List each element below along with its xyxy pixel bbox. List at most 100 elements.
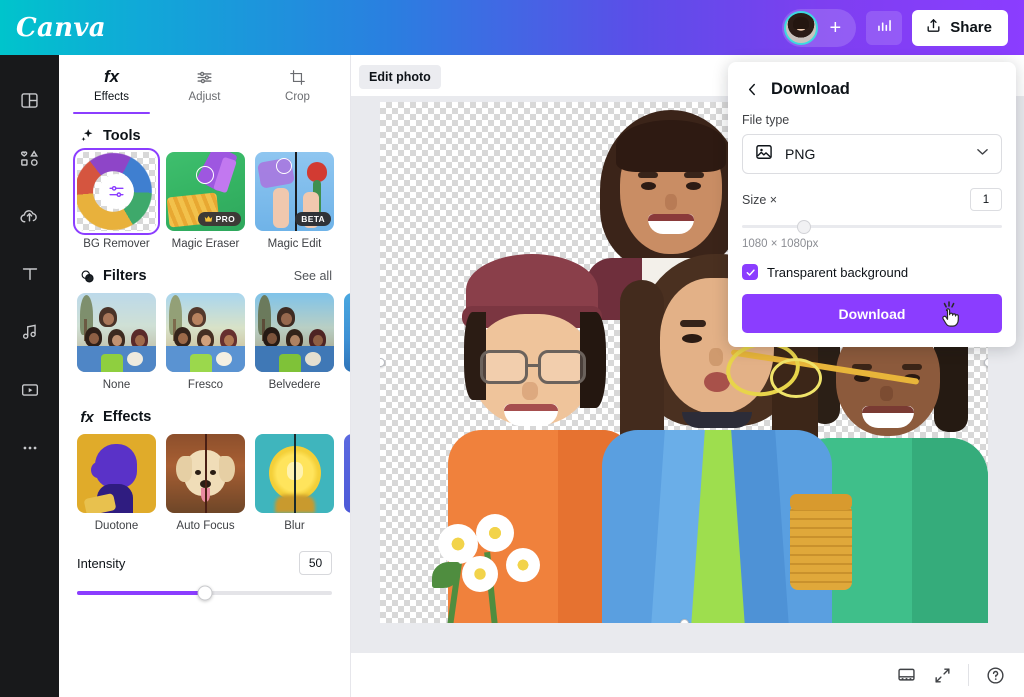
intensity-block: Intensity 50 xyxy=(59,533,350,595)
chevron-left-icon[interactable] xyxy=(744,81,761,98)
filter-none[interactable]: None xyxy=(77,293,156,393)
transparent-background-label: Transparent background xyxy=(767,265,908,280)
size-row: Size × 1 xyxy=(742,188,1002,211)
effect-next-partial[interactable] xyxy=(344,434,351,534)
intensity-slider[interactable] xyxy=(77,591,332,595)
tool-thumb[interactable]: BETA xyxy=(255,152,334,231)
tab-effects[interactable]: fx Effects xyxy=(65,61,158,111)
selection-handle-bottom[interactable] xyxy=(680,619,689,623)
effect-label: Duotone xyxy=(77,520,156,534)
sparkle-icon xyxy=(77,127,97,144)
top-bar: Canva + Share xyxy=(0,0,1024,55)
effect-thumb[interactable] xyxy=(166,434,245,513)
tool-magic-edit[interactable]: BETA Magic Edit xyxy=(255,152,334,252)
rail-item-videos[interactable] xyxy=(7,361,53,419)
share-button[interactable]: Share xyxy=(912,10,1008,46)
filter-thumb[interactable] xyxy=(77,293,156,372)
text-t-icon xyxy=(19,263,41,285)
filters-see-all[interactable]: See all xyxy=(294,269,332,283)
tool-magic-eraser[interactable]: PRO Magic Eraser xyxy=(166,152,245,252)
tab-adjust-label: Adjust xyxy=(189,91,221,103)
filter-belvedere[interactable]: Belvedere xyxy=(255,293,334,393)
download-button[interactable]: Download xyxy=(742,294,1002,333)
edit-photo-chip[interactable]: Edit photo xyxy=(359,65,441,89)
panel-tabs: fx Effects Adjust Crop xyxy=(59,55,350,111)
tools-title: Tools xyxy=(103,128,141,144)
fx-icon: fx xyxy=(104,66,119,88)
file-type-value: PNG xyxy=(785,146,815,162)
beta-badge: BETA xyxy=(295,212,331,226)
stage-footer xyxy=(351,653,1024,697)
rail-item-text[interactable] xyxy=(7,245,53,303)
effect-auto-focus[interactable]: Auto Focus xyxy=(166,434,245,534)
intensity-label: Intensity xyxy=(77,556,125,571)
rail-item-design[interactable] xyxy=(7,71,53,129)
file-type-select[interactable]: PNG xyxy=(742,134,1002,174)
transparent-background-checkbox[interactable] xyxy=(742,264,758,280)
size-slider[interactable] xyxy=(742,225,1002,228)
effect-label: Blur xyxy=(255,520,334,534)
filters-title: Filters xyxy=(103,268,147,284)
intensity-value[interactable]: 50 xyxy=(299,551,332,575)
tool-label: BG Remover xyxy=(77,238,156,252)
rail-item-audio[interactable] xyxy=(7,303,53,361)
tool-label: Magic Eraser xyxy=(166,238,245,252)
tool-bg-remover[interactable]: BG Remover xyxy=(77,152,156,252)
video-play-icon xyxy=(19,379,41,401)
filter-next-partial[interactable] xyxy=(344,293,351,393)
effects-title: Effects xyxy=(103,409,151,425)
top-bar-right: + Share xyxy=(782,9,1024,47)
selection-handle-right[interactable] xyxy=(984,358,988,367)
canva-logo[interactable]: Canva xyxy=(16,13,106,43)
tool-thumb[interactable] xyxy=(77,152,156,231)
intensity-knob[interactable] xyxy=(197,586,212,601)
share-label: Share xyxy=(950,19,992,36)
tool-thumb[interactable]: PRO xyxy=(166,152,245,231)
image-file-icon xyxy=(754,142,774,167)
filter-thumb[interactable] xyxy=(255,293,334,372)
ellipsis-icon xyxy=(19,437,41,459)
rail-item-more[interactable] xyxy=(7,419,53,477)
size-label: Size × xyxy=(742,193,777,207)
notes-icon[interactable] xyxy=(896,665,917,686)
filter-thumb[interactable] xyxy=(166,293,245,372)
music-note-icon xyxy=(19,321,41,343)
tab-crop-label: Crop xyxy=(285,91,310,103)
crop-icon xyxy=(288,66,307,88)
avatar[interactable] xyxy=(784,11,818,45)
effects-row: Duotone Auto Focus xyxy=(59,434,350,534)
file-type-label: File type xyxy=(742,113,1002,127)
effect-thumb[interactable] xyxy=(77,434,156,513)
effect-thumb[interactable] xyxy=(344,434,351,513)
filter-label: Belvedere xyxy=(255,379,334,393)
effects-section-header: fx Effects xyxy=(59,393,350,434)
tab-crop[interactable]: Crop xyxy=(251,61,344,111)
effect-duotone[interactable]: Duotone xyxy=(77,434,156,534)
sliders-icon xyxy=(195,66,214,88)
filter-thumb[interactable] xyxy=(344,293,351,372)
filter-fresco[interactable]: Fresco xyxy=(166,293,245,393)
effect-thumb[interactable] xyxy=(255,434,334,513)
filters-row: None Fresco xyxy=(59,293,350,393)
chevron-down-icon[interactable] xyxy=(974,143,991,165)
insights-button[interactable] xyxy=(866,11,902,45)
collaborators-group[interactable]: + xyxy=(782,9,856,47)
shapes-icon xyxy=(18,147,41,170)
size-slider-knob[interactable] xyxy=(797,220,811,234)
rail-item-elements[interactable] xyxy=(7,129,53,187)
canva-editor: Canva + Share xyxy=(0,0,1024,697)
transparent-background-row[interactable]: Transparent background xyxy=(742,264,1002,280)
help-icon[interactable] xyxy=(985,665,1006,686)
size-value[interactable]: 1 xyxy=(970,188,1002,211)
output-dimensions: 1080 × 1080px xyxy=(742,238,1002,250)
intensity-fill xyxy=(77,591,205,595)
download-button-label: Download xyxy=(839,306,906,322)
fullscreen-icon[interactable] xyxy=(933,666,952,685)
tab-adjust[interactable]: Adjust xyxy=(158,61,251,111)
footer-divider xyxy=(968,664,969,686)
add-collaborator-button[interactable]: + xyxy=(820,13,850,43)
rail-item-uploads[interactable] xyxy=(7,187,53,245)
filter-label: None xyxy=(77,379,156,393)
effect-blur[interactable]: Blur xyxy=(255,434,334,534)
selection-handle-left[interactable] xyxy=(380,358,385,367)
